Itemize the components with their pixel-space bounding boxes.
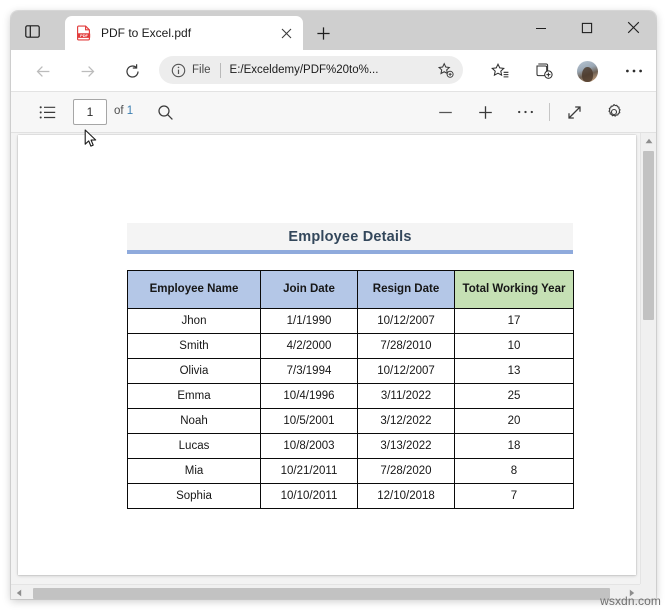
cell-employee-name: Noah xyxy=(127,408,261,434)
tab-strip: PDF PDF to Excel.pdf xyxy=(11,11,656,50)
address-separator xyxy=(219,62,221,78)
star-add-icon[interactable] xyxy=(435,60,455,80)
column-header-join-date: Join Date xyxy=(260,270,358,309)
cell-employee-name: Emma xyxy=(127,383,261,409)
info-circle-icon[interactable] xyxy=(171,63,186,78)
pdf-page: Employee Details Employee Name Join Date… xyxy=(18,135,636,575)
minimize-button[interactable] xyxy=(518,11,564,44)
browser-window: PDF PDF to Excel.pdf File E:/Exceldemy/P… xyxy=(11,11,656,599)
favorites-star-icon[interactable] xyxy=(486,57,514,85)
more-horizontal-icon[interactable] xyxy=(620,57,648,85)
table-row: Noah 10/5/2001 3/12/2022 20 xyxy=(127,408,574,434)
toolbar-divider xyxy=(549,103,550,121)
gear-icon[interactable] xyxy=(600,98,628,126)
pdf-file-icon: PDF xyxy=(76,25,92,41)
page-count-value: 1 xyxy=(126,105,134,117)
fit-to-page-icon[interactable] xyxy=(560,98,588,126)
page-count-prefix: of xyxy=(114,105,124,117)
new-tab-button[interactable] xyxy=(311,21,335,45)
employee-details-table: Employee Name Join Date Resign Date Tota… xyxy=(127,270,574,509)
cell-employee-name: Jhon xyxy=(127,308,261,334)
avatar xyxy=(576,60,598,82)
svg-text:PDF: PDF xyxy=(80,33,88,38)
horizontal-scrollbar[interactable] xyxy=(11,584,656,599)
cell-employee-name: Mia xyxy=(127,458,261,484)
collections-add-icon[interactable] xyxy=(530,57,558,85)
cell-total-working-year: 10 xyxy=(454,333,574,359)
cell-join-date: 10/10/2011 xyxy=(260,483,358,509)
more-horizontal-icon[interactable] xyxy=(511,98,539,126)
cell-join-date: 10/8/2003 xyxy=(260,433,358,459)
address-scheme-label: File xyxy=(192,64,211,76)
cell-resign-date: 10/12/2007 xyxy=(357,358,455,384)
tab-sidebar-icon[interactable] xyxy=(21,20,43,42)
cell-join-date: 4/2/2000 xyxy=(260,333,358,359)
cell-total-working-year: 17 xyxy=(454,308,574,334)
cell-join-date: 10/21/2011 xyxy=(260,458,358,484)
table-row: Smith 4/2/2000 7/28/2010 10 xyxy=(127,333,574,359)
cell-resign-date: 12/10/2018 xyxy=(357,483,455,509)
reload-icon[interactable] xyxy=(118,57,146,85)
column-header-total-working-year: Total Working Year xyxy=(454,270,574,309)
cell-total-working-year: 25 xyxy=(454,383,574,409)
maximize-button[interactable] xyxy=(564,11,610,44)
page-number-input[interactable]: 1 xyxy=(73,99,107,125)
tab-title: PDF to Excel.pdf xyxy=(101,26,192,40)
caret-up-icon[interactable] xyxy=(641,133,656,149)
cell-total-working-year: 18 xyxy=(454,433,574,459)
table-row: Mia 10/21/2011 7/28/2020 8 xyxy=(127,458,574,484)
document-title-banner: Employee Details xyxy=(127,223,573,254)
page-count-label: of 1 xyxy=(114,105,133,117)
browser-tab[interactable]: PDF PDF to Excel.pdf xyxy=(65,16,303,50)
table-of-contents-icon[interactable] xyxy=(33,98,61,126)
cell-total-working-year: 8 xyxy=(454,458,574,484)
navigation-bar: File E:/Exceldemy/PDF%20to%... xyxy=(11,50,656,92)
table-row: Sophia 10/10/2011 12/10/2018 7 xyxy=(127,483,574,509)
cell-total-working-year: 7 xyxy=(454,483,574,509)
cell-resign-date: 7/28/2020 xyxy=(357,458,455,484)
table-row: Olivia 7/3/1994 10/12/2007 13 xyxy=(127,358,574,384)
cell-total-working-year: 20 xyxy=(454,408,574,434)
page-title: Employee Details xyxy=(288,228,412,245)
watermark: wsxdn.com xyxy=(600,594,661,608)
cell-resign-date: 7/28/2010 xyxy=(357,333,455,359)
table-row: Emma 10/4/1996 3/11/2022 25 xyxy=(127,383,574,409)
close-button[interactable] xyxy=(610,11,656,44)
table-row: Jhon 1/1/1990 10/12/2007 17 xyxy=(127,308,574,334)
table-row: Lucas 10/8/2003 3/13/2022 18 xyxy=(127,433,574,459)
cell-join-date: 10/4/1996 xyxy=(260,383,358,409)
horizontal-scrollbar-thumb[interactable] xyxy=(33,588,610,599)
cell-resign-date: 3/13/2022 xyxy=(357,433,455,459)
profile-avatar-icon[interactable] xyxy=(573,57,601,85)
cell-resign-date: 3/11/2022 xyxy=(357,383,455,409)
cell-employee-name: Lucas xyxy=(127,433,261,459)
arrow-right-icon[interactable] xyxy=(73,57,101,85)
cell-join-date: 7/3/1994 xyxy=(260,358,358,384)
table-header-row: Employee Name Join Date Resign Date Tota… xyxy=(127,270,574,309)
cell-employee-name: Olivia xyxy=(127,358,261,384)
pdf-viewer-toolbar: 1 of 1 xyxy=(11,92,656,133)
search-icon[interactable] xyxy=(151,98,179,126)
address-url-text[interactable]: E:/Exceldemy/PDF%20to%... xyxy=(230,64,435,76)
address-bar[interactable]: File E:/Exceldemy/PDF%20to%... xyxy=(159,56,463,84)
column-header-employee-name: Employee Name xyxy=(127,270,261,309)
cell-employee-name: Smith xyxy=(127,333,261,359)
cell-resign-date: 10/12/2007 xyxy=(357,308,455,334)
cell-employee-name: Sophia xyxy=(127,483,261,509)
table-body: Jhon 1/1/1990 10/12/2007 17 Smith 4/2/2000 7/2… xyxy=(127,308,574,509)
cell-total-working-year: 13 xyxy=(454,358,574,384)
tab-close-icon[interactable] xyxy=(275,22,297,44)
vertical-scrollbar-thumb[interactable] xyxy=(643,151,654,320)
cell-join-date: 1/1/1990 xyxy=(260,308,358,334)
cell-resign-date: 3/12/2022 xyxy=(357,408,455,434)
arrow-left-icon[interactable] xyxy=(29,57,57,85)
cell-join-date: 10/5/2001 xyxy=(260,408,358,434)
caret-left-icon[interactable] xyxy=(11,585,27,599)
vertical-scrollbar[interactable] xyxy=(640,133,656,599)
column-header-resign-date: Resign Date xyxy=(357,270,455,309)
zoom-in-button[interactable] xyxy=(471,98,499,126)
pdf-viewer-body: Employee Details Employee Name Join Date… xyxy=(11,133,656,599)
zoom-out-button[interactable] xyxy=(431,98,459,126)
